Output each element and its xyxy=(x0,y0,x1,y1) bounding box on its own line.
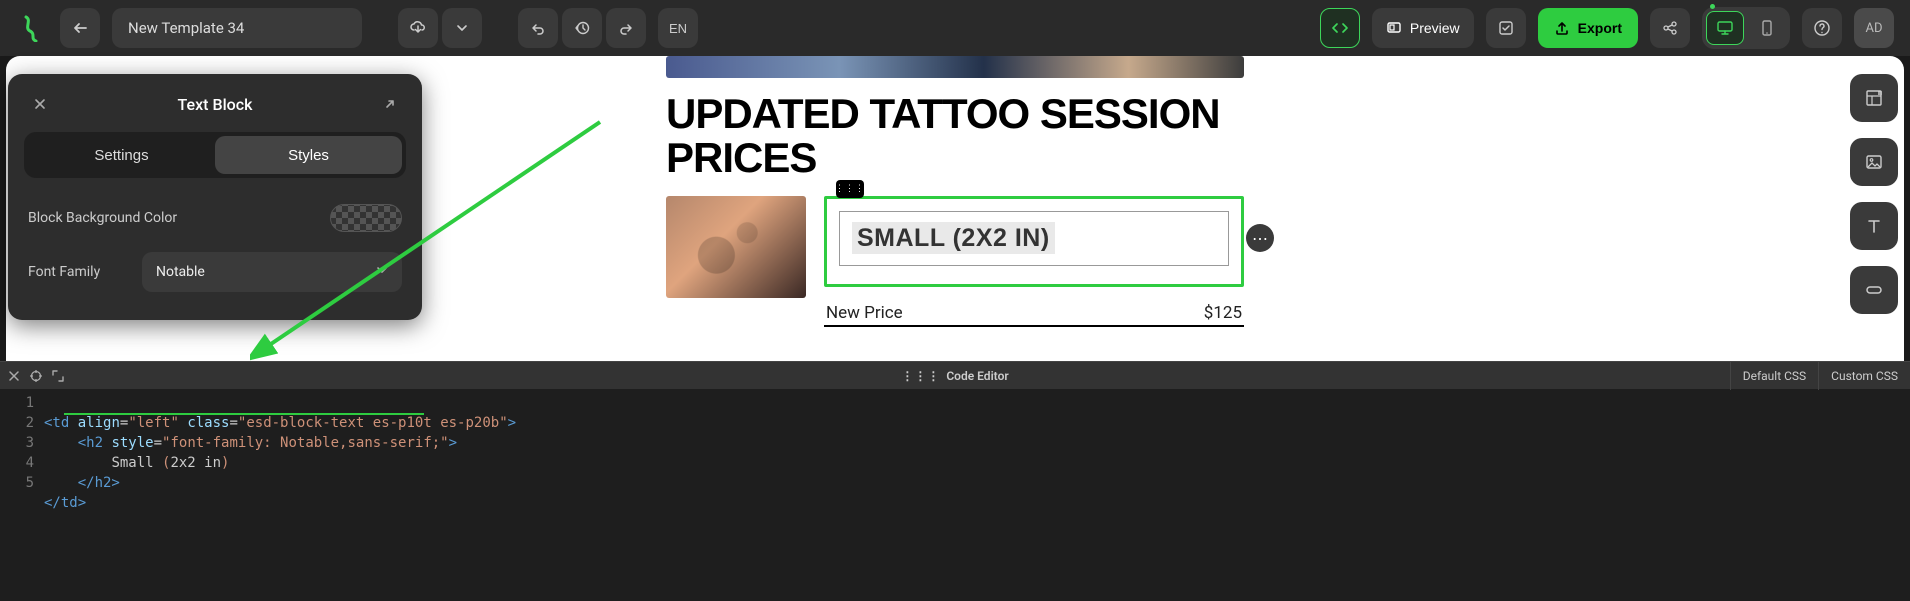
price-label: New Price xyxy=(826,303,903,323)
code-toggle-button[interactable] xyxy=(1320,8,1360,48)
annotation-underline xyxy=(64,413,424,415)
email-headline[interactable]: UPDATED TATTOO SESSION PRICES xyxy=(666,92,1244,180)
selected-text-block[interactable]: SMALL (2X2 IN) xyxy=(824,196,1244,287)
font-family-select[interactable]: Notable xyxy=(142,252,402,292)
preview-button[interactable]: Preview xyxy=(1372,8,1474,48)
code-content[interactable]: <td align="left" class="esd-block-text e… xyxy=(44,389,1910,601)
default-css-tab[interactable]: Default CSS xyxy=(1730,362,1818,390)
cloud-save-button[interactable] xyxy=(398,8,438,48)
layout-tool-button[interactable] xyxy=(1850,74,1898,122)
code-editor-header: ⋮⋮⋮ Code Editor Default CSS Custom CSS xyxy=(0,361,1910,389)
block-menu-button[interactable]: ⋯ xyxy=(1246,224,1274,252)
block-title[interactable]: SMALL (2X2 IN) xyxy=(852,222,1055,254)
custom-css-tab[interactable]: Custom CSS xyxy=(1818,362,1910,390)
user-avatar[interactable]: AD xyxy=(1854,8,1894,48)
history-button[interactable] xyxy=(562,8,602,48)
app-logo xyxy=(16,12,48,44)
code-target-button[interactable] xyxy=(26,366,46,386)
properties-panel: Text Block Settings Styles Block Backgro… xyxy=(8,74,422,320)
drag-dots-icon[interactable]: ⋮⋮⋮ xyxy=(901,369,940,383)
bg-color-label: Block Background Color xyxy=(28,210,177,226)
undo-button[interactable] xyxy=(518,8,558,48)
export-label: Export xyxy=(1578,20,1622,36)
stage: UPDATED TATTOO SESSION PRICES ⋮⋮⋮ SMALL … xyxy=(0,56,1910,361)
chevron-down-icon xyxy=(376,264,388,280)
main-area: UPDATED TATTOO SESSION PRICES ⋮⋮⋮ SMALL … xyxy=(0,56,1910,601)
bg-color-swatch[interactable] xyxy=(330,204,402,232)
save-dropdown-button[interactable] xyxy=(442,8,482,48)
settings-tab[interactable]: Settings xyxy=(28,136,215,174)
checklist-button[interactable] xyxy=(1486,8,1526,48)
panel-close-button[interactable] xyxy=(28,92,52,116)
topbar: New Template 34 EN Preview Export xyxy=(0,0,1910,56)
device-switch xyxy=(1702,7,1790,49)
line-gutter: 12345 xyxy=(0,389,44,601)
right-tool-rail xyxy=(1850,74,1898,314)
panel-title: Text Block xyxy=(52,95,378,114)
price-value: $125 xyxy=(1204,303,1242,323)
panel-popout-button[interactable] xyxy=(378,92,402,116)
desktop-view-button[interactable] xyxy=(1706,11,1744,45)
share-button[interactable] xyxy=(1650,8,1690,48)
image-tool-button[interactable] xyxy=(1850,138,1898,186)
code-close-button[interactable] xyxy=(4,366,24,386)
drag-handle-icon[interactable]: ⋮⋮⋮ xyxy=(836,180,864,198)
font-family-label: Font Family xyxy=(28,264,100,280)
help-button[interactable] xyxy=(1802,8,1842,48)
template-name-field[interactable]: New Template 34 xyxy=(112,8,362,48)
code-expand-button[interactable] xyxy=(48,366,68,386)
hero-image-placeholder xyxy=(666,56,1244,78)
tattoo-thumbnail xyxy=(666,196,806,298)
mobile-view-button[interactable] xyxy=(1748,11,1786,45)
redo-button[interactable] xyxy=(606,8,646,48)
font-family-value: Notable xyxy=(156,264,205,280)
preview-label: Preview xyxy=(1410,20,1460,36)
styles-tab[interactable]: Styles xyxy=(215,136,402,174)
language-button[interactable]: EN xyxy=(658,8,698,48)
notification-dot-icon xyxy=(1710,4,1715,9)
code-editor-title: Code Editor xyxy=(946,369,1008,383)
code-text-content: Small xyxy=(111,455,162,471)
back-button[interactable] xyxy=(60,8,100,48)
code-editor[interactable]: 12345 <td align="left" class="esd-block-… xyxy=(0,389,1910,601)
export-button[interactable]: Export xyxy=(1538,8,1638,48)
button-tool-button[interactable] xyxy=(1850,266,1898,314)
text-tool-button[interactable] xyxy=(1850,202,1898,250)
